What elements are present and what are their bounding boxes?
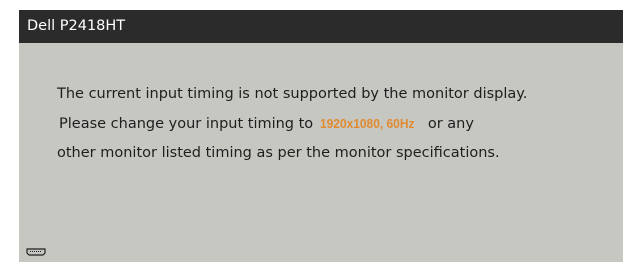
- message-line-2-suffix: or any: [427, 116, 474, 132]
- monitor-model-title: Dell P2418HT: [27, 18, 126, 34]
- osd-title-bar: Dell P2418HT: [19, 10, 623, 43]
- message-line-2: Please change your input timing to 1920x1…: [57, 109, 597, 139]
- message-line-3: other monitor listed timing as per the m…: [57, 145, 500, 161]
- timing-warning-message: The current input timing is not supporte…: [57, 80, 597, 168]
- message-line-1: The current input timing is not supporte…: [57, 86, 528, 102]
- message-line-2-prefix: Please change your input timing to: [59, 116, 314, 132]
- recommended-timing: 1920x1080, 60Hz: [320, 116, 415, 131]
- osd-dialog: Dell P2418HT The current input timing is…: [19, 10, 623, 262]
